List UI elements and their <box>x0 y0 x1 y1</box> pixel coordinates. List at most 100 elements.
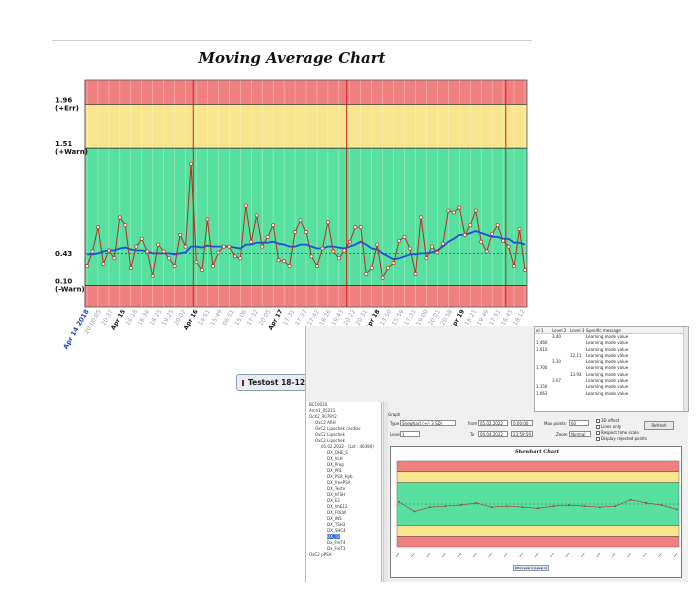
data-point-42 <box>315 264 319 269</box>
data-point-16 <box>172 264 177 269</box>
table-body: 3.40 Learning mode value 1.460 Learning mod… <box>535 334 688 397</box>
data-point-32 <box>260 244 265 249</box>
tree-item-label: DX_T3 <box>327 534 340 539</box>
data-point-36 <box>282 259 287 264</box>
data-point-44 <box>325 220 330 225</box>
tree-item-label: DX_hFSH <box>327 492 346 497</box>
type-label: Type <box>390 421 400 426</box>
zoom-label: Zoom <box>556 432 568 437</box>
level-select[interactable]: 1 <box>400 431 420 437</box>
refresh-button[interactable]: Refresh <box>644 421 674 430</box>
mini-x-tick-10 <box>550 552 554 558</box>
table-header-row: el 1 Level 2 Level 3 Specific message <box>535 327 688 334</box>
data-point-30 <box>249 239 254 244</box>
table-cell <box>569 391 585 397</box>
data-point-38 <box>293 230 297 234</box>
checkbox-display-rejected[interactable]: Display rejected points <box>596 436 647 441</box>
data-point-55 <box>386 266 391 270</box>
checkbox-3d-effect[interactable]: 3D effect <box>596 418 619 423</box>
mini-x-tick-16 <box>642 552 647 558</box>
from-date-field[interactable]: 05.02.2022 <box>478 420 508 426</box>
mini-data-point-16 <box>645 502 648 504</box>
checkbox-lines-only[interactable]: Lines only <box>596 424 621 429</box>
screenshot-canvas: 1.96 (+Err) 1.51 (+Warn) 0.43 0.10 (-Warn) Apr … <box>0 0 700 600</box>
mini-data-point-15 <box>629 498 632 501</box>
to-time-field[interactable]: 23:59:59 <box>511 431 533 437</box>
y-axis-label-0: 1.96 <box>55 96 72 104</box>
mini-x-tick-6 <box>488 552 492 558</box>
tree-item-label: OxC2 pPSA <box>309 552 332 557</box>
mini-data-point-9 <box>537 507 539 510</box>
data-point-25 <box>221 244 226 249</box>
data-point-46 <box>336 256 341 261</box>
data-point-74 <box>490 231 495 236</box>
table-row[interactable]: 1.663 Learning mode value <box>535 391 688 397</box>
data-point-47 <box>342 248 347 253</box>
data-point-3 <box>101 262 106 267</box>
data-point-80 <box>523 268 527 272</box>
qc-tree-panel[interactable]: BC10010 Arch1_05211 OcX2_9078Y2 OxC2 ARH OxC… <box>306 402 382 582</box>
table-cell: 1.663 <box>536 390 548 396</box>
data-point-6 <box>117 215 122 220</box>
mini-zone-band-0 <box>397 461 679 472</box>
table-cell: Learning mode value <box>586 390 629 396</box>
tree-item-label: BC10010 <box>309 402 328 407</box>
data-point-63 <box>429 244 434 249</box>
tree-item[interactable]: OxC2 pPSA <box>306 552 381 558</box>
tree-item-label: DX_Prog <box>327 462 344 467</box>
tree-item-label: 05.02.2022 - (Lot : 40390) <box>321 444 374 449</box>
from-time-field[interactable]: 0:00:00 <box>511 420 533 426</box>
data-point-72 <box>479 239 484 244</box>
tree-item-label: OxC2 Lipochek cardiac <box>315 426 361 431</box>
data-point-78 <box>512 264 516 269</box>
table-scrollbar[interactable] <box>683 327 688 411</box>
table-header-cell[interactable]: Level 3 <box>569 327 585 333</box>
data-point-20 <box>194 260 199 265</box>
data-point-35 <box>276 258 281 263</box>
mini-data-point-6 <box>490 506 493 509</box>
qc-application-window: BC10010 Arch1_05211 OcX2_9078Y2 OxC2 ARH OxC… <box>305 326 689 582</box>
type-select[interactable]: Shewhart (+/- 3 SD) <box>400 420 456 426</box>
data-point-53 <box>375 242 380 247</box>
data-point-10 <box>139 236 144 241</box>
mini-x-tick-5 <box>472 552 477 558</box>
mini-zone-band-1 <box>397 471 679 483</box>
mini-x-tick-9 <box>534 552 539 558</box>
data-point-29 <box>243 203 248 208</box>
data-point-39 <box>298 218 303 223</box>
qc-values-table: el 1 Level 2 Level 3 Specific message 3.40 L… <box>534 326 689 412</box>
data-point-64 <box>435 250 440 255</box>
tree-item-label: DX_SHC4 <box>327 528 346 533</box>
table-header-cell[interactable]: el 1 <box>535 327 551 333</box>
table-header-cell[interactable]: Level 2 <box>551 327 569 333</box>
data-point-37 <box>287 264 292 269</box>
mini-data-point-17 <box>660 504 663 506</box>
checkbox-respect-time-scale[interactable]: Respect time scale <box>596 430 639 435</box>
data-point-43 <box>320 246 325 251</box>
data-point-48 <box>347 239 352 244</box>
data-point-12 <box>150 273 155 278</box>
from-label: from <box>468 421 478 426</box>
data-point-9 <box>134 244 139 249</box>
shewhart-chart: Shewhart Chart RHA Level 1 (Level 1) <box>390 446 682 578</box>
mini-x-tick-12 <box>581 552 585 558</box>
mini-x-tick-2 <box>426 552 431 558</box>
table-header-cell[interactable]: Specific message <box>585 327 680 333</box>
y-axis-tag-0: (+Err) <box>55 104 79 112</box>
data-point-0 <box>85 264 89 269</box>
mini-data-point-2 <box>428 506 431 509</box>
to-date-field[interactable]: 04.04.2022 <box>478 431 508 437</box>
data-point-23 <box>210 264 215 269</box>
zoom-select[interactable]: Normal <box>569 431 591 437</box>
data-point-79 <box>517 227 522 232</box>
tree-item-label: DX_INS <box>327 516 342 521</box>
data-point-7 <box>123 223 128 228</box>
data-point-31 <box>254 213 259 218</box>
max-points-field[interactable]: 60 <box>569 420 589 426</box>
to-label: To <box>470 432 475 437</box>
data-point-21 <box>200 268 204 272</box>
mini-data-point-12 <box>583 505 586 508</box>
data-point-24 <box>216 250 221 255</box>
mini-x-tick-7 <box>503 552 508 558</box>
data-point-49 <box>353 225 358 230</box>
